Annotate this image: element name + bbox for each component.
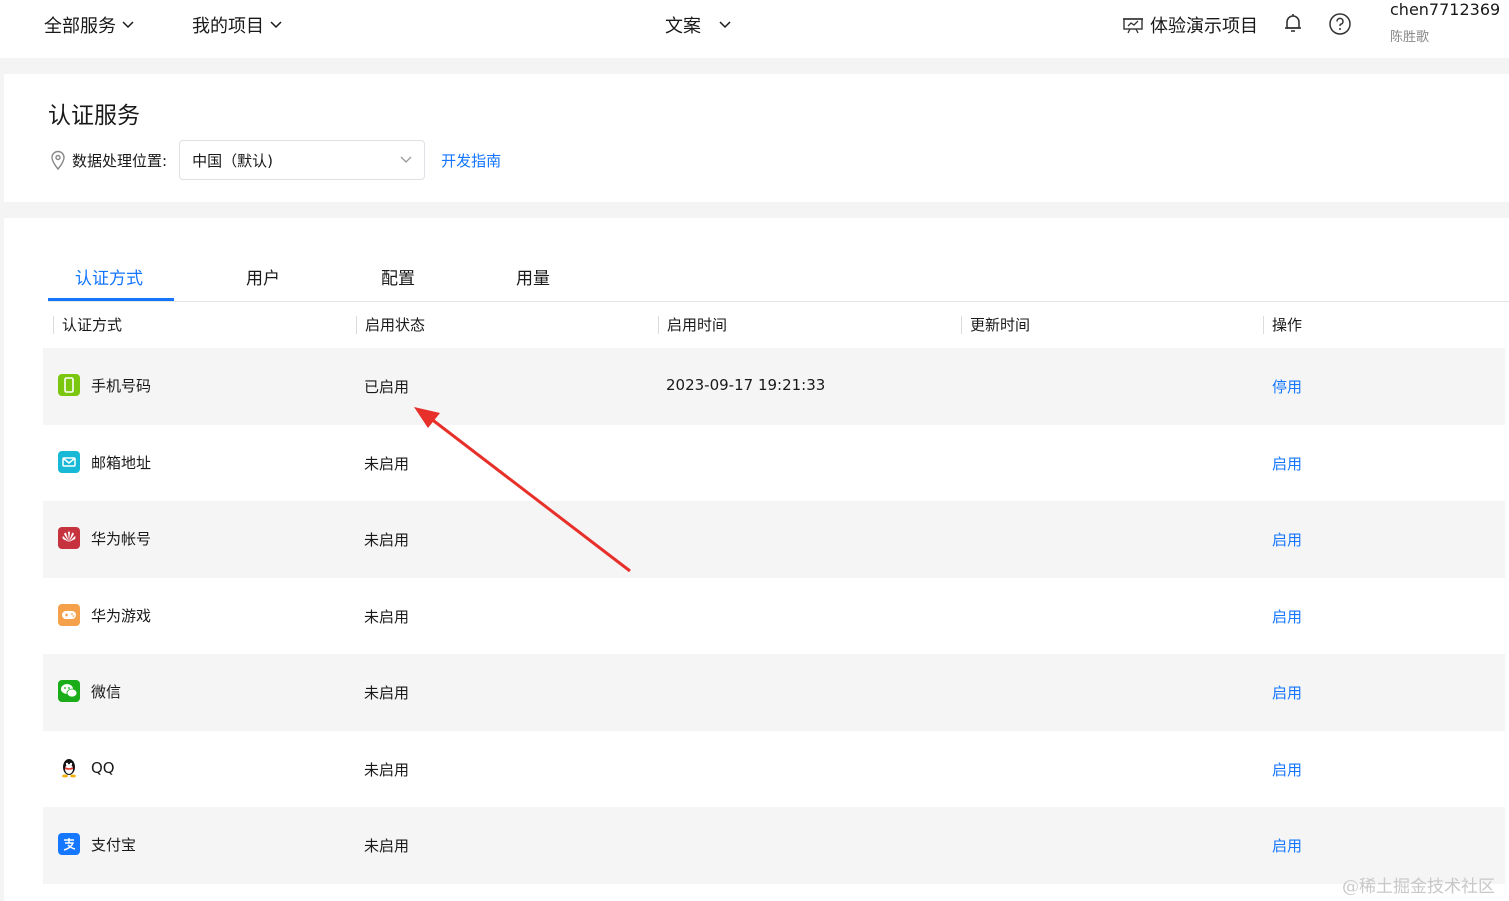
alipay-icon [58,833,80,855]
method-name: 手机号码 [91,376,152,395]
method-name: 华为帐号 [91,529,152,548]
chevron-down-icon [719,21,731,29]
dev-guide-link[interactable]: 开发指南 [441,150,501,171]
method-cell: 邮箱地址 [58,451,151,473]
status-cell: 未启用 [364,761,410,779]
status-cell: 已启用 [364,378,410,396]
method-name: 邮箱地址 [91,453,152,472]
status-cell: 未启用 [364,684,410,702]
all-services-menu[interactable]: 全部服务 [44,12,134,38]
notifications-button[interactable] [1282,12,1304,34]
tab-auth-methods[interactable]: 认证方式 [75,264,143,289]
demo-project-link[interactable]: 体验演示项目 [1122,12,1258,38]
disable-button[interactable]: 停用 [1272,376,1302,397]
enable-button[interactable]: 启用 [1272,835,1302,856]
all-services-label: 全部服务 [44,16,116,37]
method-cell: QQ [58,757,115,779]
bell-icon [1285,14,1301,32]
column-header-updated-time: 更新时间 [961,316,1030,334]
tab-bar: 认证方式 用户 配置 用量 [48,256,1509,302]
my-projects-label: 我的项目 [192,16,264,37]
watermark: @稀土掘金技术社区 [1342,877,1495,897]
demo-project-label: 体验演示项目 [1150,16,1258,37]
method-name: 微信 [91,682,122,701]
user-real-name: 陈胜歌 [1390,30,1430,45]
status-cell: 未启用 [364,608,410,626]
table-row: QQ 未启用 启用 [43,731,1505,808]
username: chen7712369 [1390,0,1501,19]
table-row: 手机号码 已启用 2023-09-17 19:21:33 停用 [43,348,1505,425]
chevron-down-icon [122,21,134,29]
qq-icon [58,757,80,779]
tab-users[interactable]: 用户 [246,264,280,289]
email-icon [58,451,80,473]
top-navigation-bar: 全部服务 我的项目 文案 体验演示项目 chen7712369 陈胜歌 [0,0,1509,58]
column-header-method: 认证方式 [53,316,122,334]
presentation-icon [1123,18,1143,34]
enable-button[interactable]: 启用 [1272,453,1302,474]
enable-button[interactable]: 启用 [1272,529,1302,550]
page-title: 认证服务 [48,103,140,129]
column-header-action: 操作 [1263,316,1302,334]
project-name: 文案 [665,16,701,37]
status-cell: 未启用 [364,531,410,549]
table-row: 华为游戏 未启用 启用 [43,578,1505,655]
phone-icon [58,374,80,396]
service-header-card: 认证服务 数据处理位置: 中国（默认) 开发指南 [4,74,1509,202]
tab-usage[interactable]: 用量 [516,264,550,289]
method-cell: 华为游戏 [58,604,151,626]
table-header: 认证方式 启用状态 启用时间 更新时间 操作 [48,306,1509,346]
help-icon [1329,13,1351,35]
gamepad-icon [58,604,80,626]
enable-button[interactable]: 启用 [1272,606,1302,627]
wechat-icon [58,680,80,702]
user-account[interactable]: chen7712369 陈胜歌 [1390,0,1500,46]
enable-button[interactable]: 启用 [1272,682,1302,703]
table-row: 邮箱地址 未启用 启用 [43,425,1505,502]
location-select-value: 中国（默认) [192,151,273,170]
table-row: 微信 未启用 启用 [43,654,1505,731]
chevron-down-icon [400,156,412,163]
method-name: 支付宝 [91,835,137,854]
help-button[interactable] [1328,12,1352,36]
status-cell: 未启用 [364,837,410,855]
data-location-row: 数据处理位置: 中国（默认) 开发指南 [50,140,501,180]
status-cell: 未启用 [364,455,410,473]
tab-config[interactable]: 配置 [381,264,415,289]
location-pin-icon [51,150,65,170]
column-header-enabled-time: 启用时间 [658,316,727,334]
active-tab-indicator [48,298,174,301]
method-cell: 手机号码 [58,374,151,396]
method-cell: 华为帐号 [58,527,151,549]
enable-button[interactable]: 启用 [1272,759,1302,780]
my-projects-menu[interactable]: 我的项目 [192,12,282,38]
column-header-status: 启用状态 [356,316,425,334]
huawei-icon [58,527,80,549]
method-name: QQ [91,759,115,777]
project-selector[interactable]: 文案 [665,12,731,38]
chevron-down-icon [270,21,282,29]
method-cell: 支付宝 [58,833,136,855]
method-cell: 微信 [58,680,121,702]
table-row: 华为帐号 未启用 启用 [43,501,1505,578]
enabled-time-cell: 2023-09-17 19:21:33 [666,376,826,394]
location-label: 数据处理位置: [72,151,168,170]
table-row: 支付宝 未启用 启用 [43,807,1505,884]
location-select[interactable]: 中国（默认) [179,140,426,180]
method-name: 华为游戏 [91,606,152,625]
